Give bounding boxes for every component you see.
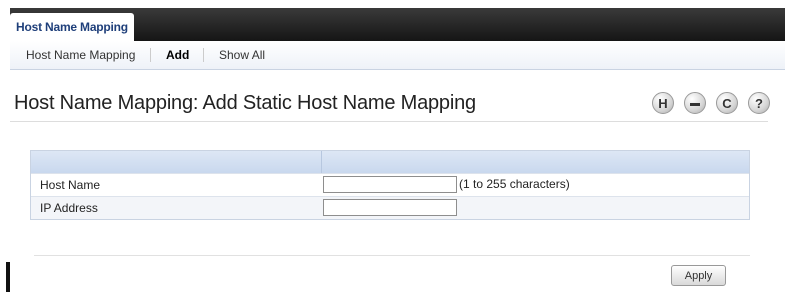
- help-icon[interactable]: ?: [748, 92, 770, 114]
- host-name-label: Host Name: [40, 178, 101, 192]
- subnav-divider: [203, 48, 204, 62]
- host-mapping-form: Host Name (1 to 255 characters) IP Addre…: [30, 150, 750, 220]
- save-icon[interactable]: H: [652, 92, 674, 114]
- tab-bar: Host Name Mapping: [10, 8, 785, 41]
- form-row-host-name: Host Name (1 to 255 characters): [31, 173, 749, 196]
- app-frame: Host Name Mapping Host Name Mapping Add …: [10, 8, 785, 306]
- form-header: [31, 151, 749, 173]
- print-icon[interactable]: ▬: [684, 92, 706, 114]
- apply-button[interactable]: Apply: [671, 265, 726, 286]
- page-title: Host Name Mapping: Add Static Host Name …: [14, 92, 476, 114]
- subnav-item-host-name-mapping[interactable]: Host Name Mapping: [26, 48, 135, 62]
- title-divider: [10, 121, 768, 122]
- sub-navigation: Host Name Mapping Add Show All: [10, 41, 785, 70]
- window-edge-handle: [6, 262, 10, 292]
- footer-divider: [34, 255, 750, 256]
- form-row-ip-address: IP Address: [31, 196, 749, 219]
- refresh-icon[interactable]: C: [716, 92, 738, 114]
- ip-address-label: IP Address: [40, 201, 98, 215]
- form-header-divider: [321, 151, 322, 173]
- host-name-input[interactable]: [323, 176, 457, 193]
- subnav-item-show-all[interactable]: Show All: [219, 48, 265, 62]
- host-name-hint: (1 to 255 characters): [459, 177, 570, 191]
- subnav-item-add[interactable]: Add: [166, 48, 189, 62]
- ip-address-input[interactable]: [323, 199, 457, 216]
- tab-label: Host Name Mapping: [16, 20, 128, 34]
- tab-host-name-mapping[interactable]: Host Name Mapping: [10, 13, 134, 41]
- subnav-divider: [150, 48, 151, 62]
